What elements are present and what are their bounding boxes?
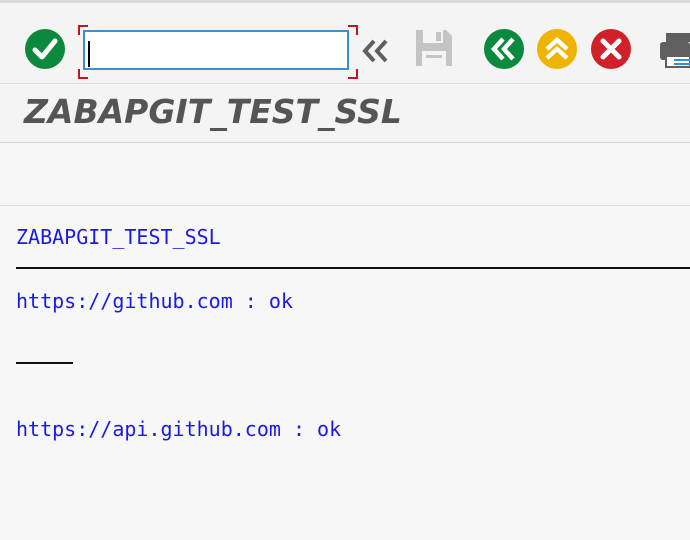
list-output: ZABAPGIT_TEST_SSL https://github.com : o… [0,206,690,540]
separator-rule [16,362,73,364]
application-toolbar [0,143,690,206]
print-icon[interactable] [660,29,690,71]
history-double-chevron-icon[interactable] [362,38,390,64]
cancel-icon[interactable] [590,28,632,70]
list-line: https://github.com : ok [16,289,293,313]
list-header: ZABAPGIT_TEST_SSL [16,225,221,249]
exit-icon[interactable] [536,28,578,70]
save-floppy-icon[interactable] [413,27,455,69]
text-caret [88,41,90,67]
focus-corner [348,69,358,79]
command-field-wrapper [78,25,358,79]
title-bar: ZABAPGIT_TEST_SSL [0,84,690,143]
checkmark-icon[interactable] [24,28,66,70]
focus-corner [348,25,358,35]
page-title: ZABAPGIT_TEST_SSL [24,92,402,131]
back-icon[interactable] [483,28,525,70]
list-line: https://api.github.com : ok [16,417,342,441]
list-header-divider [16,267,690,269]
system-toolbar [0,3,690,84]
focus-corner [78,69,88,79]
command-field-input[interactable] [83,30,349,70]
